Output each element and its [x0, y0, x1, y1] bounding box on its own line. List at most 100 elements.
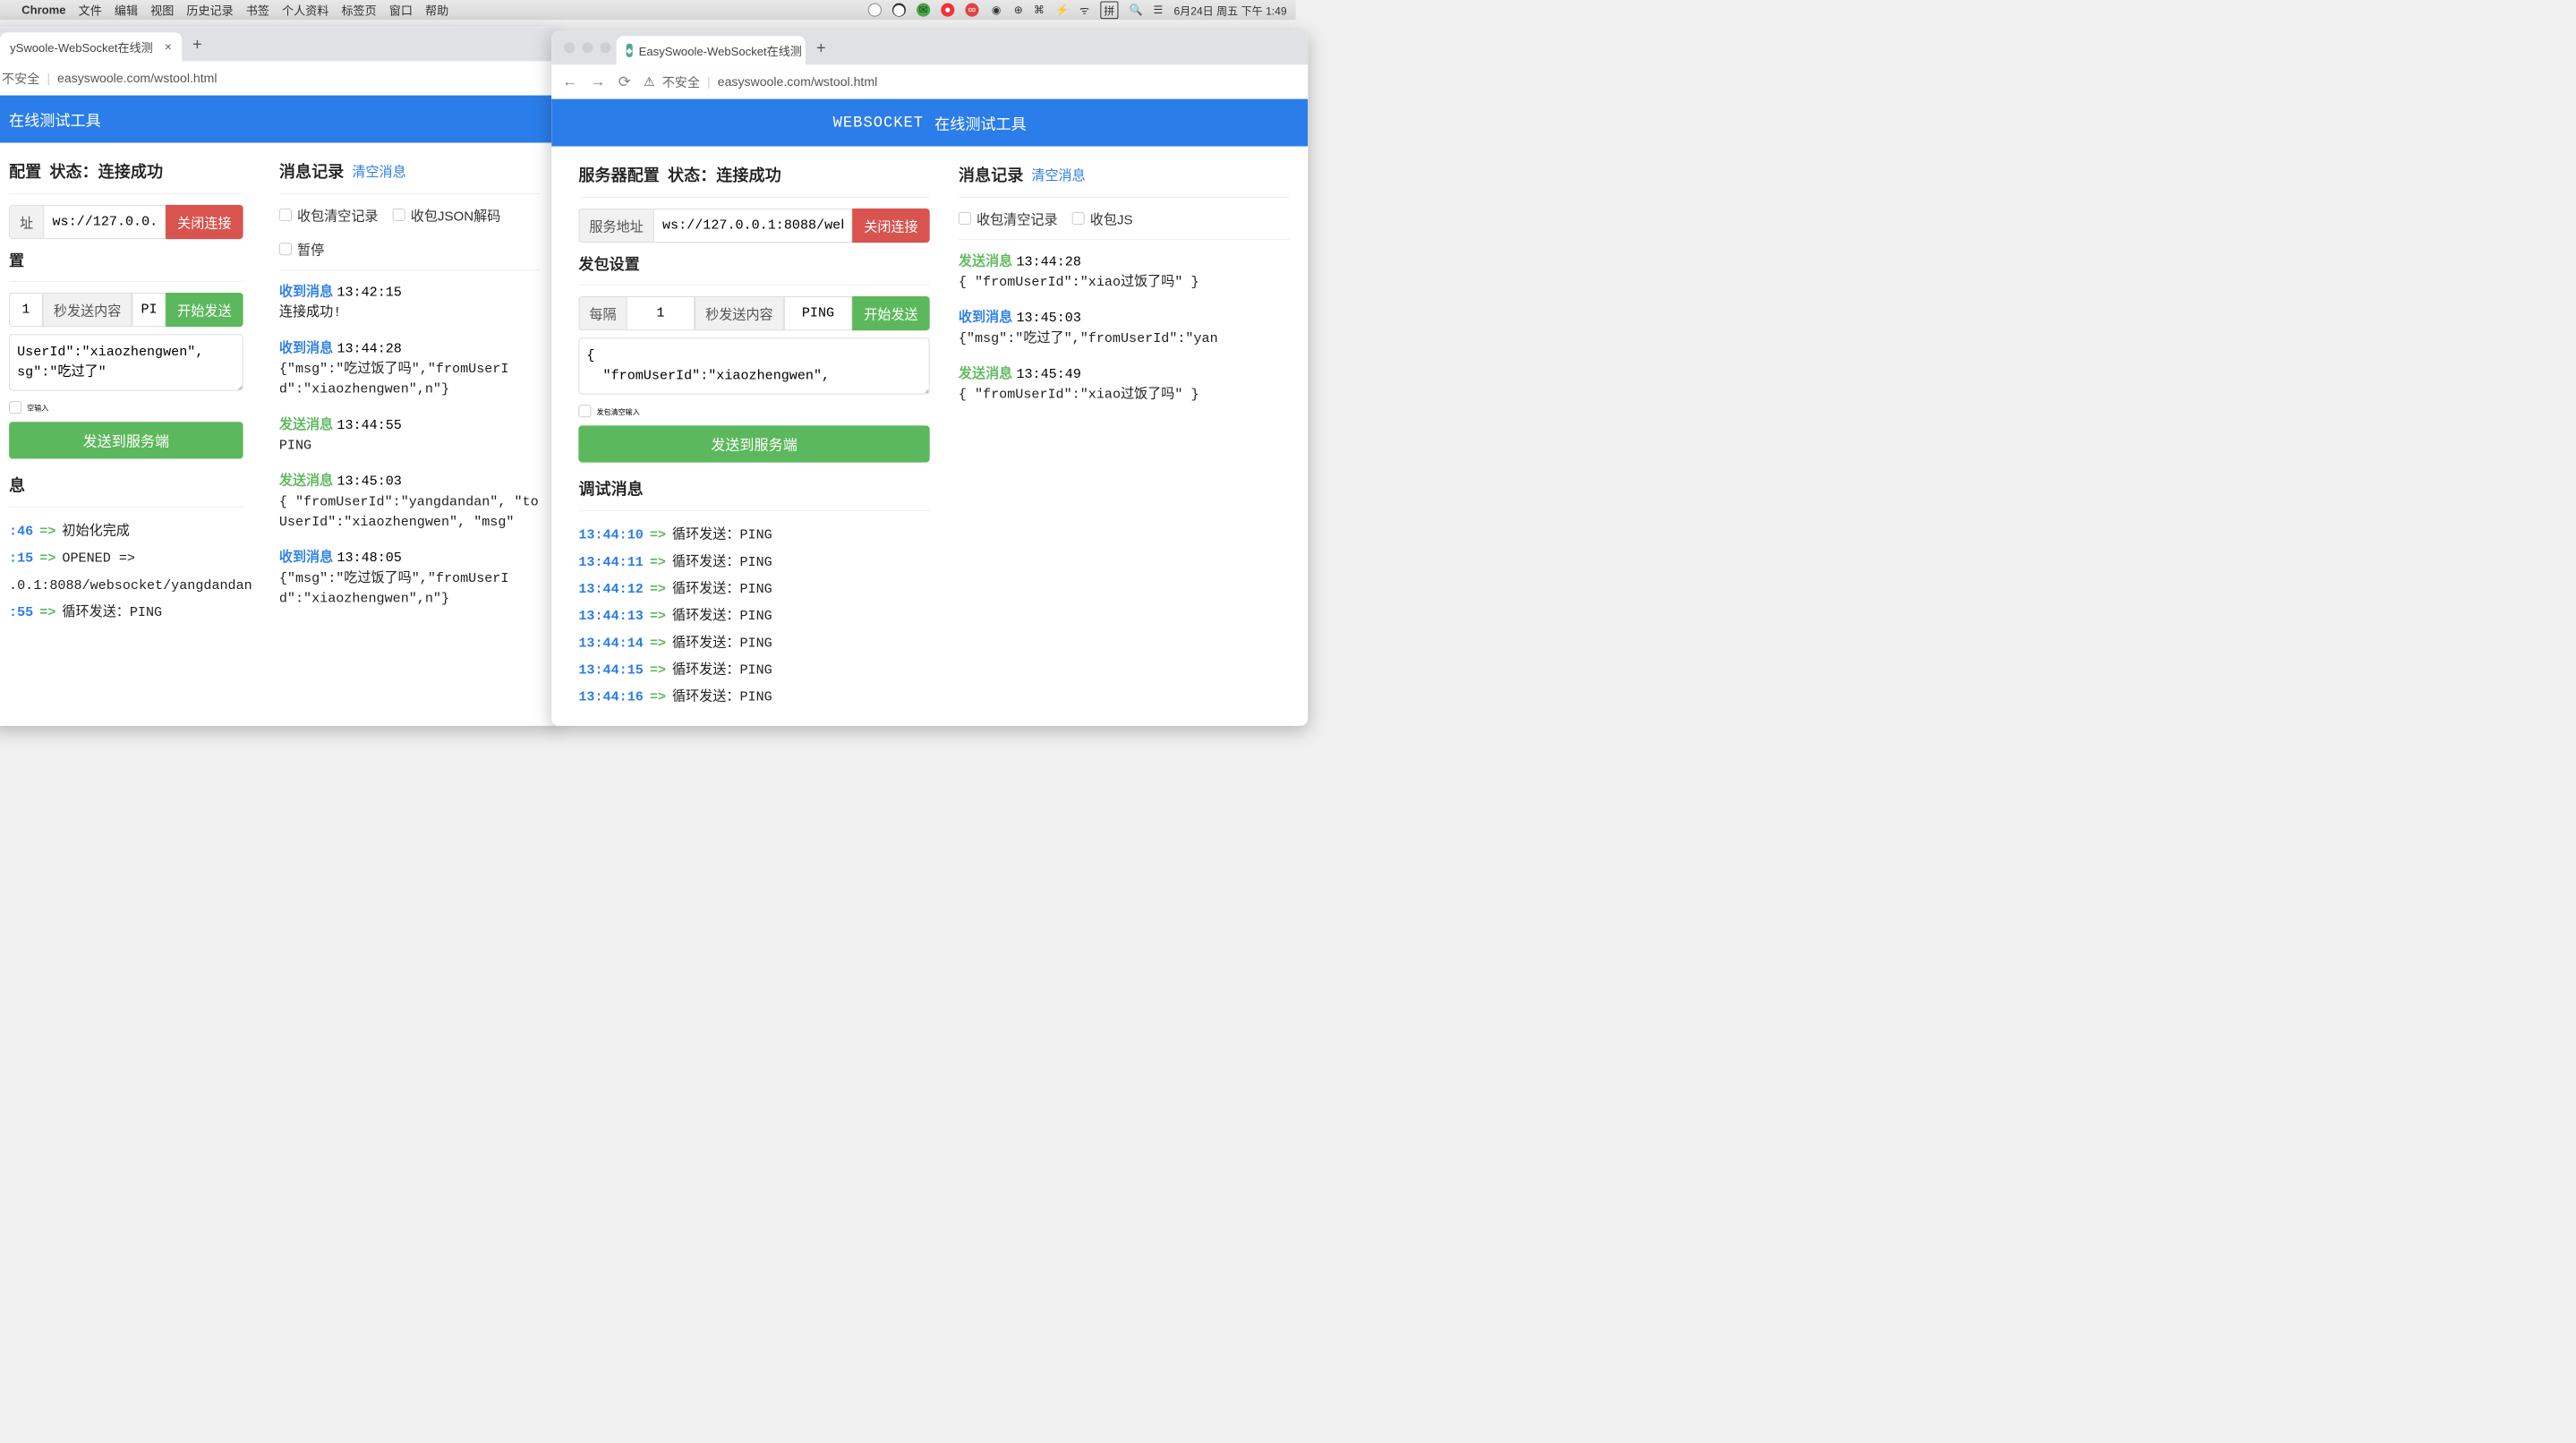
ws-url-input[interactable] [653, 209, 852, 243]
tray-icon[interactable]: ◉ [990, 4, 1003, 17]
message-log: 收到消息 13:42:15连接成功!收到消息 13:44:28{"msg":"吃… [279, 281, 541, 609]
tray-icon[interactable]: ⊕ [1014, 4, 1023, 17]
pack-title: 发包设置 [578, 252, 929, 274]
start-send-button[interactable]: 开始发送 [852, 296, 930, 330]
interval-input[interactable] [627, 296, 695, 330]
pack-title: 置 [9, 248, 243, 270]
clear-input-checkbox[interactable] [9, 401, 21, 414]
ime-indicator[interactable]: 拼 [1100, 1, 1118, 19]
title-part-1: 服务器配置 [578, 163, 660, 186]
clear-input-label: 空输入 [27, 402, 48, 413]
send-to-server-button[interactable]: 发送到服务端 [9, 422, 243, 458]
debug-line: 13:44:16=>循环发送：PING [578, 684, 929, 711]
tray-icon[interactable]: ᯤ [1079, 3, 1089, 18]
payload-textarea[interactable]: { "fromUserId":"xiaozhengwen", [578, 337, 929, 394]
menu-profile[interactable]: 个人资料 [282, 2, 328, 19]
menu-bookmarks[interactable]: 书签 [246, 2, 269, 19]
debug-line: :55=>循环发送：PING [9, 599, 243, 626]
pause-checkbox[interactable] [279, 243, 292, 255]
config-title: 配置 状态：连接成功 [9, 159, 243, 183]
close-conn-button[interactable]: 关闭连接 [852, 209, 930, 243]
json-decode-checkbox[interactable] [1072, 212, 1085, 225]
json-decode-checkbox[interactable] [393, 209, 405, 221]
search-icon[interactable]: 🔍 [1129, 4, 1142, 17]
clear-input-label: 发包清空输入 [596, 406, 639, 416]
send-to-server-button[interactable]: 发送到服务端 [578, 425, 929, 462]
dbg-text: 循环发送：PING [672, 522, 772, 549]
favicon-icon: ◆ [627, 44, 633, 57]
clear-log-link[interactable]: 清空消息 [1031, 165, 1085, 184]
tray-icon[interactable]: ⬤ [892, 4, 906, 17]
divider [9, 281, 243, 282]
dbg-text: 循环发送：PING [672, 549, 772, 576]
debug-title: 调试消息 [578, 476, 929, 500]
msg-type-label: 收到消息 [279, 284, 333, 299]
clear-input-checkbox[interactable] [578, 405, 591, 417]
interval-input[interactable] [9, 293, 43, 327]
forward-button[interactable]: → [590, 73, 605, 90]
reload-button[interactable]: ⟳ [618, 73, 631, 90]
start-send-button[interactable]: 开始发送 [166, 293, 243, 327]
msg-type-label: 发送消息 [959, 366, 1012, 381]
tab-strip: ySwoole-WebSocket在线测 × + [0, 27, 559, 61]
status-text: 状态：连接成功 [668, 163, 781, 186]
chrome-window-right: ◆ EasySwoole-WebSocket在线测 × + ← → ⟳ ⚠ 不安… [551, 30, 1308, 726]
ping-input[interactable] [784, 296, 852, 330]
menu-edit[interactable]: 编辑 [115, 2, 138, 19]
ws-url-input[interactable] [43, 205, 166, 239]
msg-type-label: 发送消息 [279, 474, 333, 489]
browser-tab[interactable]: ySwoole-WebSocket在线测 × [0, 32, 182, 61]
divider [9, 193, 243, 194]
log-title: 消息记录 清空消息 [279, 159, 541, 183]
dbg-time: 13:44:13 [578, 603, 643, 630]
control-center-icon[interactable]: ☰ [1154, 4, 1164, 17]
menu-window[interactable]: 窗口 [389, 2, 413, 19]
new-tab-button[interactable]: + [182, 35, 213, 54]
menu-help[interactable]: 帮助 [425, 2, 448, 19]
back-button[interactable]: ← [562, 73, 577, 90]
close-conn-button[interactable]: 关闭连接 [166, 205, 243, 239]
dbg-text: 循环发送：PING [672, 630, 772, 657]
log-title-text: 消息记录 [959, 163, 1023, 186]
tray-icon[interactable]: ✉ [917, 4, 930, 17]
ping-input[interactable] [132, 293, 166, 327]
message-item: 发送消息 13:44:28{ "fromUserId":"xiao过饭了吗" } [959, 251, 1290, 293]
tray-icon[interactable] [868, 4, 882, 17]
tray-icon[interactable]: ∞ [965, 4, 978, 17]
payload-textarea[interactable]: UserId":"xiaozhengwen", sg":"吃过了" [9, 334, 243, 390]
log-title-text: 消息记录 [279, 159, 344, 183]
maximize-window-icon[interactable] [600, 42, 610, 53]
msg-time: 13:45:03 [1016, 311, 1080, 326]
url-field[interactable]: ⚠ 不安全 | easyswoole.com/wstool.html [644, 73, 1297, 90]
browser-tab[interactable]: ◆ EasySwoole-WebSocket在线测 × [617, 36, 806, 64]
record-icon[interactable]: ● [941, 4, 954, 17]
message-item: 收到消息 13:45:03{"msg":"吃过了","fromUserId":"… [959, 307, 1290, 349]
message-item: 发送消息 13:45:49{ "fromUserId":"xiao过饭了吗" } [959, 363, 1290, 406]
menu-view[interactable]: 视图 [150, 2, 174, 19]
clear-log-link[interactable]: 清空消息 [352, 161, 405, 181]
tray-icon[interactable]: ⌘ [1034, 4, 1045, 17]
minimize-window-icon[interactable] [582, 42, 593, 53]
recv-clear-checkbox[interactable] [279, 209, 292, 221]
debug-line: 13:44:15=>循环发送：PING [578, 657, 929, 684]
close-tab-icon[interactable]: × [165, 39, 172, 54]
msg-type-label: 收到消息 [959, 310, 1012, 325]
menu-tabs[interactable]: 标签页 [341, 2, 376, 19]
clock[interactable]: 6月24日 周五 下午 1:49 [1173, 2, 1286, 18]
config-panel: 配置 状态：连接成功 址 关闭连接 置 秒发送内容 开始发送 UserId":"… [0, 142, 261, 725]
debug-line: 13:44:14=>循环发送：PING [578, 630, 929, 657]
new-tab-button[interactable]: + [806, 38, 837, 57]
close-window-icon[interactable] [564, 42, 575, 53]
msg-time: 13:44:55 [337, 418, 401, 433]
dbg-time: :46 [9, 518, 33, 545]
menu-history[interactable]: 历史记录 [186, 2, 233, 19]
arrow-icon: => [650, 684, 666, 711]
tray-icon[interactable]: ⚡ [1055, 4, 1069, 17]
menu-file[interactable]: 文件 [79, 2, 102, 19]
app-name[interactable]: Chrome [21, 3, 65, 17]
message-item: 发送消息 13:44:55PING [279, 414, 541, 457]
url-field[interactable]: 不安全 | easyswoole.com/wstool.html [2, 69, 548, 87]
divider [578, 510, 929, 511]
recv-clear-checkbox[interactable] [959, 212, 971, 225]
arrow-icon: => [650, 630, 666, 657]
